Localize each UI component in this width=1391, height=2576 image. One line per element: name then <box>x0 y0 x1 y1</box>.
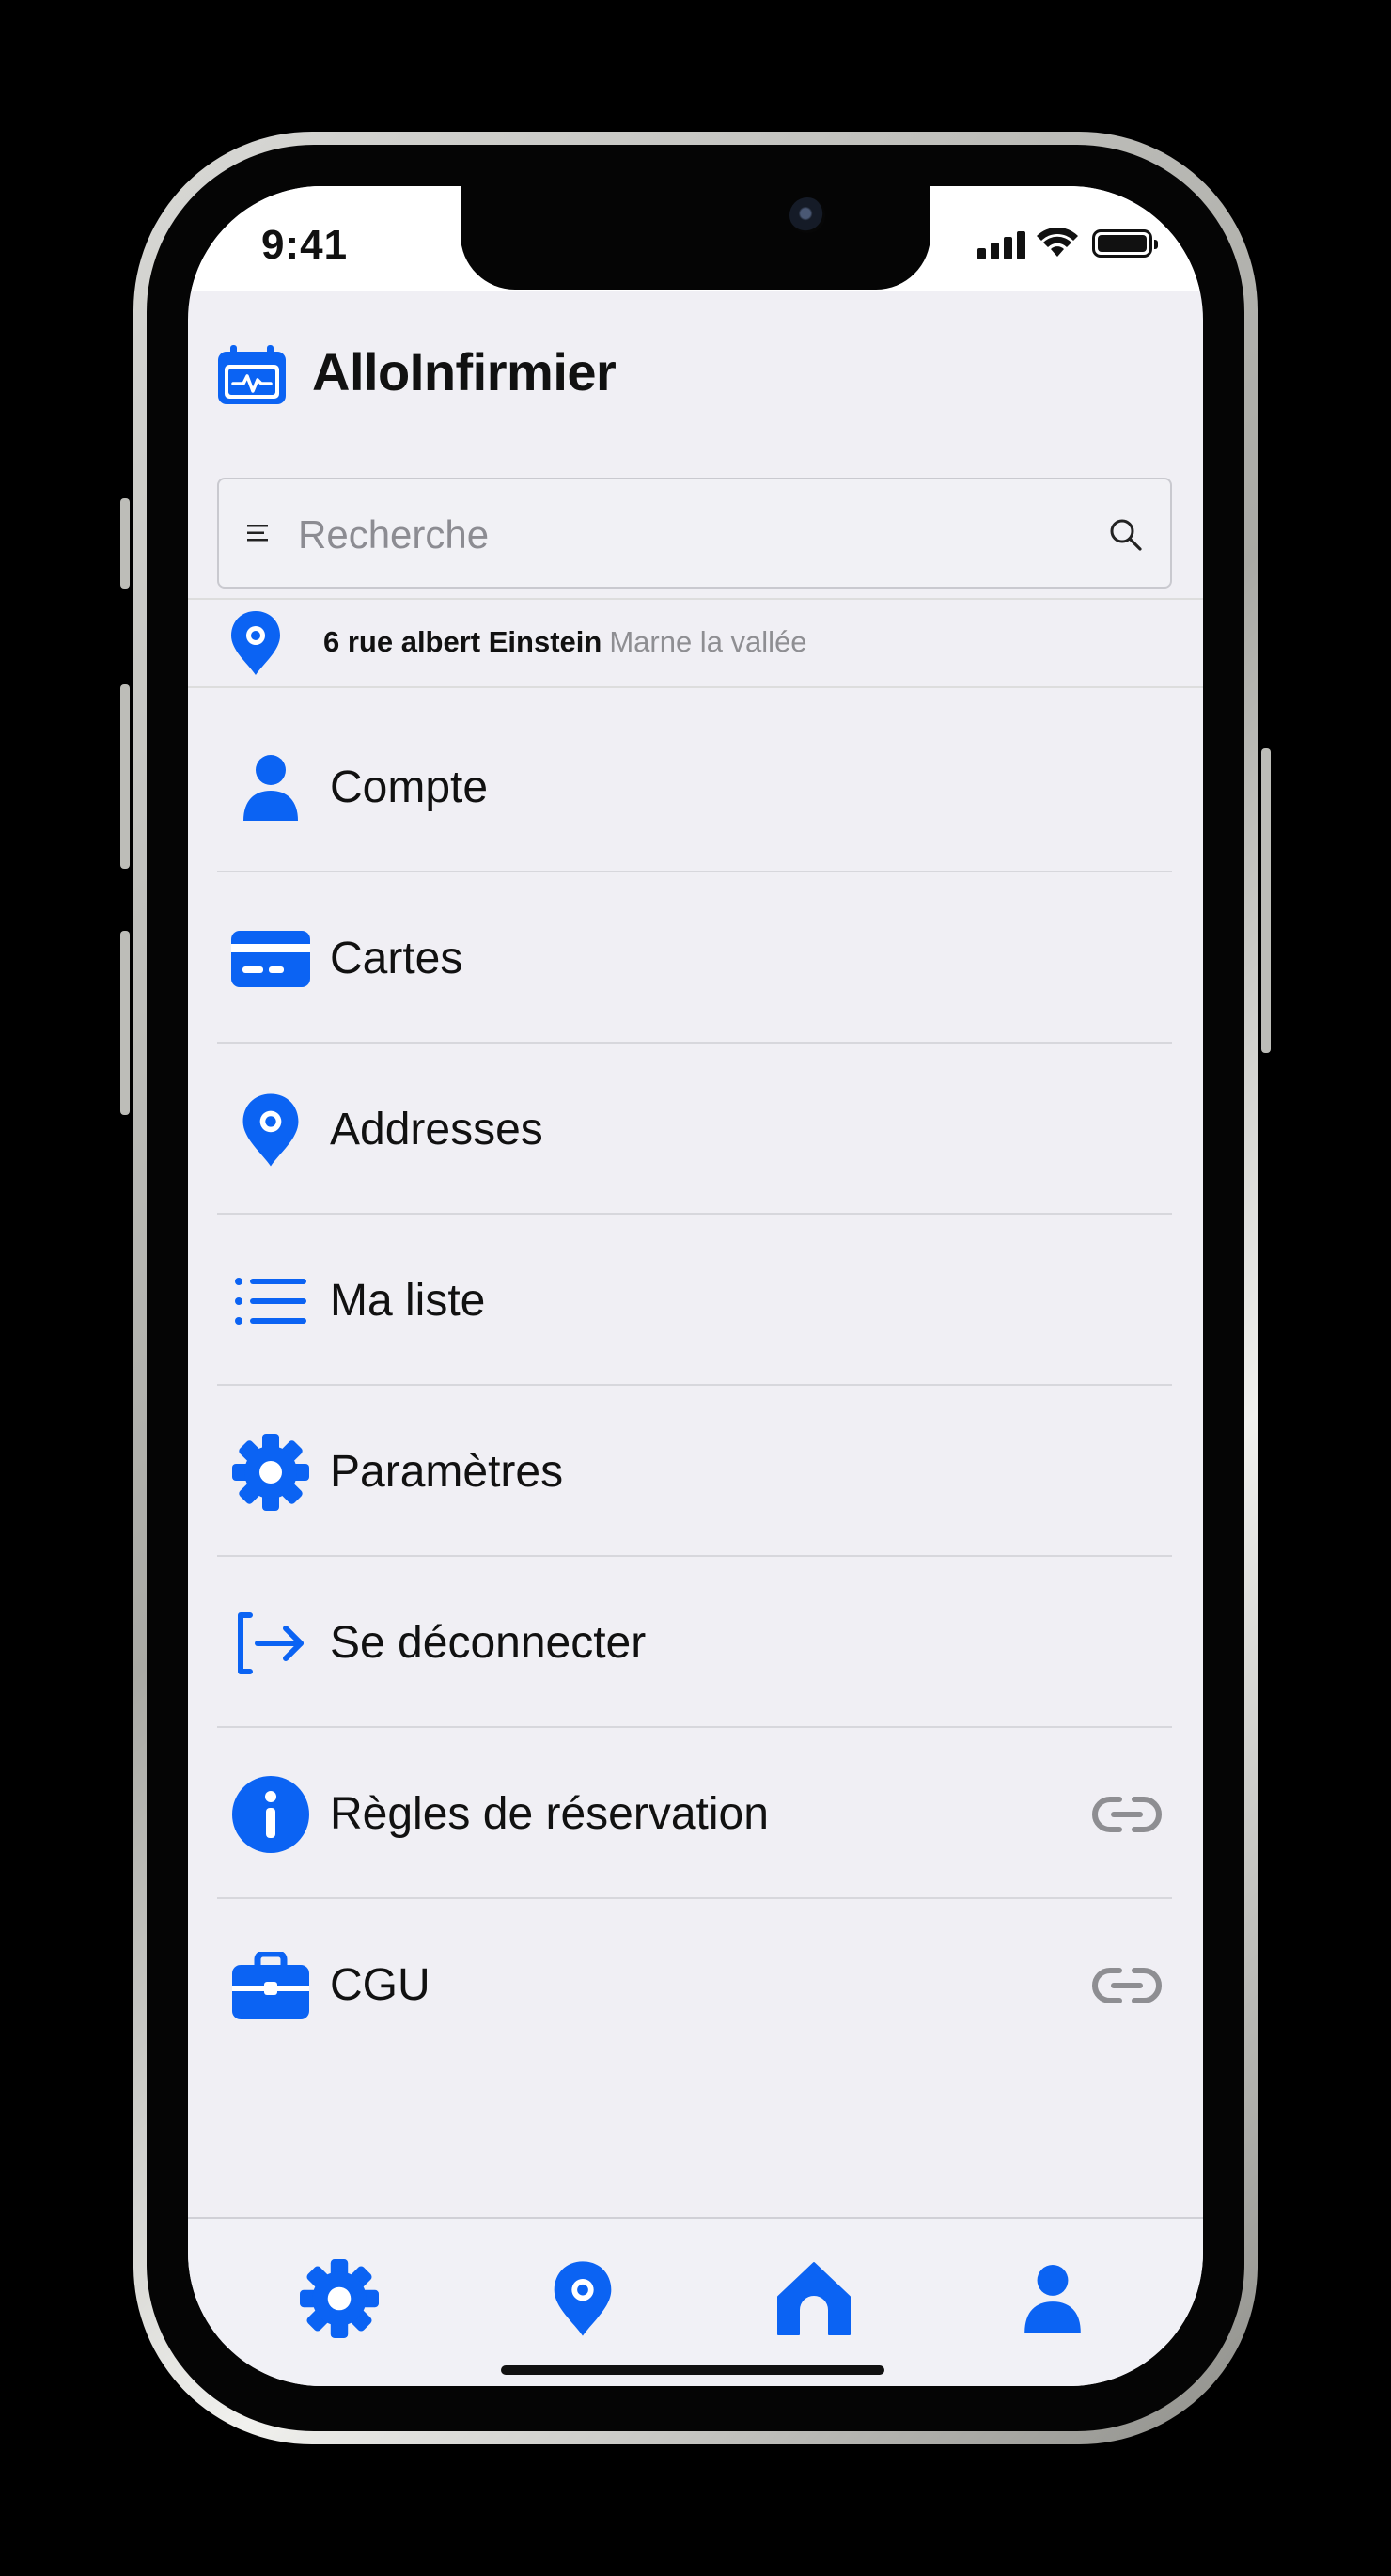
current-address[interactable]: 6 rue albert Einstein Marne la vallée <box>188 598 1203 688</box>
menu-item-regles-de-reservation[interactable]: Règles de réservation <box>217 1728 1172 1899</box>
link-icon[interactable] <box>1091 1965 1163 2006</box>
menu-item-parametres[interactable]: Paramètres <box>217 1386 1172 1557</box>
menu-item-label: Compte <box>330 762 489 812</box>
home-indicator[interactable] <box>501 2365 884 2375</box>
menu-item-label: Se déconnecter <box>330 1618 647 1668</box>
search-bar[interactable] <box>217 478 1172 589</box>
info-icon <box>232 1776 309 1853</box>
search-icon[interactable] <box>1108 517 1144 553</box>
phone-side-button <box>120 498 130 589</box>
user-icon <box>243 755 298 821</box>
user-icon <box>1024 2265 1081 2333</box>
tab-profile[interactable] <box>1006 2256 1100 2341</box>
location-pin-icon <box>231 611 280 675</box>
menu-item-ma-liste[interactable]: Ma liste <box>217 1215 1172 1386</box>
phone-side-button <box>120 931 130 1115</box>
credit-card-icon <box>231 931 310 987</box>
tab-settings[interactable] <box>292 2256 386 2341</box>
menu-icon[interactable] <box>247 523 272 543</box>
menu-item-addresses[interactable]: Addresses <box>217 1044 1172 1215</box>
screen: 9:41 AlloInfirmier Recherche 6 rue alber… <box>188 186 1203 2386</box>
menu-item-cgu[interactable]: CGU <box>217 1899 1172 2070</box>
home-icon <box>777 2262 851 2335</box>
briefcase-icon <box>232 1952 309 2019</box>
location-pin-icon <box>242 1093 299 1167</box>
status-time: 9:41 <box>261 222 349 268</box>
phone-side-button <box>1261 748 1271 1053</box>
calendar-heartbeat-icon <box>218 345 286 404</box>
dynamic-island <box>461 186 930 290</box>
menu-item-label: Paramètres <box>330 1447 564 1497</box>
tab-bar <box>188 2217 1203 2386</box>
wifi-icon <box>1037 228 1078 257</box>
search-input[interactable] <box>296 508 1052 562</box>
logout-icon <box>238 1612 304 1674</box>
menu-item-compte[interactable]: Compte <box>217 701 1172 872</box>
battery-icon <box>1092 229 1158 258</box>
link-icon[interactable] <box>1091 1794 1163 1835</box>
list-icon <box>235 1278 306 1325</box>
address-city: Marne la vallée <box>609 625 807 658</box>
address-street: 6 rue albert Einstein <box>323 625 602 658</box>
address-text: 6 rue albert Einstein Marne la vallée <box>323 625 807 659</box>
menu-item-label: Ma liste <box>330 1276 486 1326</box>
menu-item-cartes[interactable]: Cartes <box>217 872 1172 1044</box>
menu-item-label: Règles de réservation <box>330 1789 769 1839</box>
phone-side-button <box>120 684 130 869</box>
camera-icon <box>789 197 825 233</box>
app-title: AlloInfirmier <box>312 342 617 401</box>
signal-icon <box>977 231 1026 259</box>
gear-icon <box>232 1434 309 1511</box>
gear-icon <box>300 2259 379 2338</box>
settings-menu: Compte Cartes Addresses Ma liste Paramèt… <box>217 701 1172 2070</box>
menu-item-label: Cartes <box>330 934 463 983</box>
menu-item-se-deconnecter[interactable]: Se déconnecter <box>217 1557 1172 1728</box>
location-pin-icon <box>554 2261 612 2336</box>
menu-item-label: Addresses <box>330 1105 543 1154</box>
tab-addresses[interactable] <box>536 2256 630 2341</box>
menu-item-label: CGU <box>330 1960 430 2010</box>
tab-home[interactable] <box>767 2256 861 2341</box>
